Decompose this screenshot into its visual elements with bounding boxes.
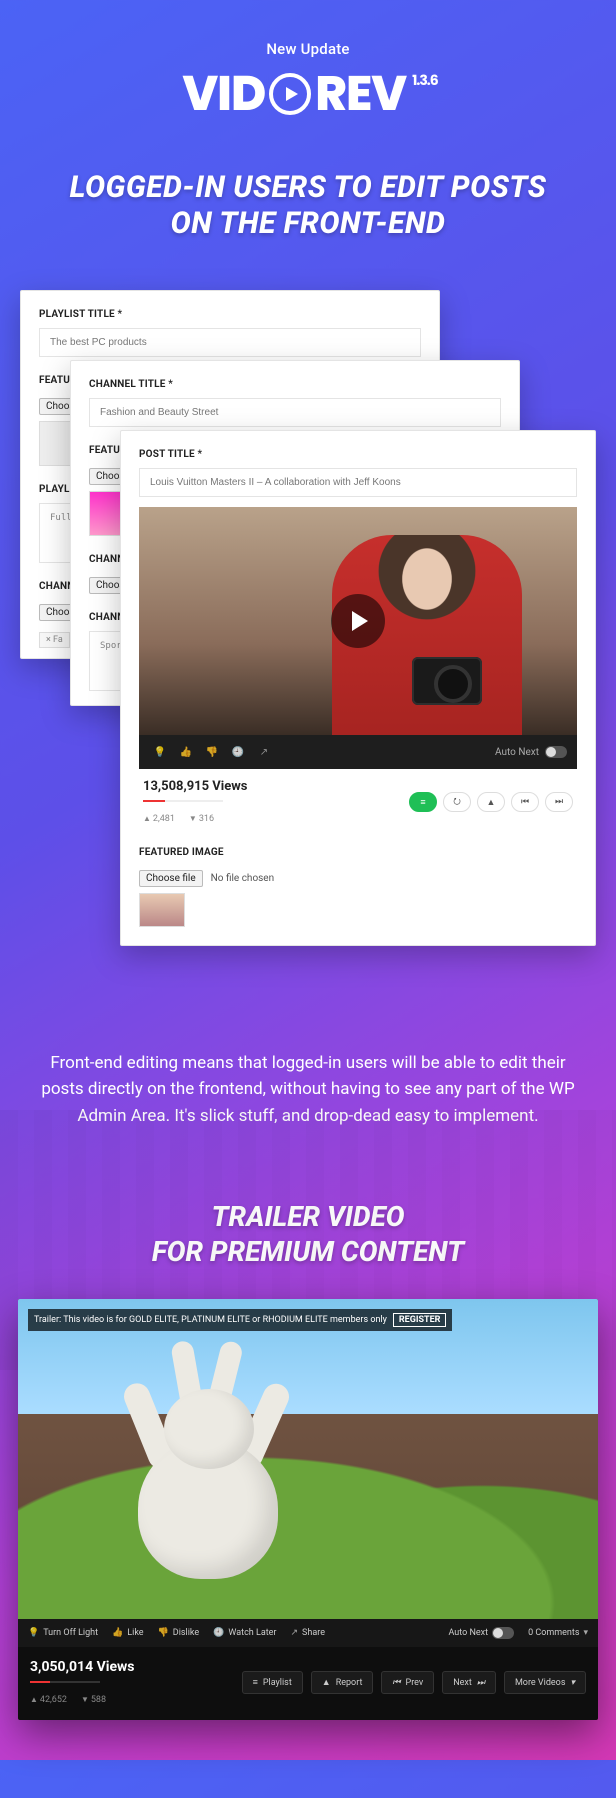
tag-pill[interactable]: × Fa	[39, 632, 70, 648]
trailer-control-buttons: ≡Playlist ▲Report ⏮Prev Next⏭ More Video…	[242, 1671, 586, 1694]
toggle-icon[interactable]	[545, 746, 567, 758]
trailer-banner: Trailer: This video is for GOLD ELITE, P…	[28, 1309, 452, 1331]
trailer-banner-text: Trailer: This video is for GOLD ELITE, P…	[34, 1315, 387, 1325]
playlist-title-input[interactable]	[39, 328, 421, 357]
play-button[interactable]	[331, 594, 385, 648]
playlist-title-label: PLAYLIST TITLE *	[39, 309, 421, 320]
thumbs-down-icon[interactable]: 👎	[201, 747, 223, 758]
brand-right: REV	[315, 58, 406, 130]
next-icon: ⏭	[477, 1678, 485, 1688]
likes-count: 2,481	[143, 814, 175, 824]
watch-later-button[interactable]: 🕘Watch Later	[213, 1628, 276, 1638]
views-block: 13,508,915 Views 2,481 316	[143, 779, 247, 825]
dislikes-count: 316	[189, 814, 214, 824]
ratio-bar	[30, 1681, 100, 1683]
featured-image-section: FEATURED IMAGE Choose file No file chose…	[139, 847, 577, 927]
views-block: 3,050,014 Views 42,652 588	[30, 1659, 134, 1706]
loop-button[interactable]: ⭮	[443, 792, 471, 812]
post-title-input[interactable]	[139, 468, 577, 497]
likes-count: 42,652	[30, 1695, 67, 1705]
prev-button[interactable]: ⏮Prev	[381, 1671, 434, 1694]
views-count: 3,050,014 Views	[30, 1659, 134, 1675]
thumbs-up-icon[interactable]: 👍	[175, 747, 197, 758]
next-button[interactable]: Next⏭	[442, 1671, 496, 1694]
trailer-stats: 3,050,014 Views 42,652 588 ≡Playlist ▲Re…	[18, 1647, 598, 1720]
toggle-icon[interactable]	[492, 1627, 514, 1639]
warning-icon: ▲	[322, 1677, 331, 1688]
channel-title-input[interactable]	[89, 398, 501, 427]
brand-version: 1.3.6	[412, 70, 438, 91]
more-videos-button[interactable]: More Videos▾	[504, 1671, 586, 1694]
camera-prop	[412, 657, 482, 705]
share-icon: ↗	[290, 1628, 298, 1638]
list-icon: ≡	[253, 1677, 258, 1688]
prev-button[interactable]: ⏮	[511, 792, 539, 812]
card-post: POST TITLE * 💡 👍 👎 🕘 ↗ Auto Next	[120, 430, 596, 946]
featured-thumbnail	[139, 893, 185, 927]
playlist-button[interactable]: ≡Playlist	[242, 1671, 303, 1694]
header: New Update VID REV 1.3.6	[0, 0, 616, 140]
cards-stack: PLAYLIST TITLE * FEATUR Choose f PLAYLIS…	[0, 290, 616, 990]
brand-left: VID	[182, 58, 265, 130]
clock-icon[interactable]: 🕘	[227, 747, 249, 758]
auto-next-toggle[interactable]: Auto Next	[495, 746, 567, 758]
comments-button[interactable]: 0 Comments▾	[528, 1628, 588, 1638]
auto-next-toggle[interactable]: Auto Next	[448, 1627, 514, 1639]
ratio-bar	[143, 800, 223, 802]
chevron-down-icon: ▾	[583, 1628, 588, 1638]
report-button[interactable]: ▲Report	[311, 1671, 374, 1694]
trailer-toolbar: 💡Turn Off Light 👍Like 👎Dislike 🕘Watch La…	[18, 1619, 598, 1647]
chevron-down-icon: ▾	[570, 1678, 575, 1688]
section-heading-frontend-edit: LOGGED-IN USERS TO EDIT POSTS ON THE FRO…	[30, 170, 586, 242]
lightbulb-icon: 💡	[28, 1628, 39, 1638]
playlist-button[interactable]: ≡	[409, 792, 437, 812]
next-button[interactable]: ⏭	[545, 792, 573, 812]
player-toolbar: 💡 👍 👎 🕘 ↗ Auto Next	[139, 735, 577, 769]
clock-icon: 🕘	[213, 1628, 224, 1638]
dislike-button[interactable]: 👎Dislike	[158, 1628, 200, 1638]
like-button[interactable]: 👍Like	[112, 1628, 144, 1638]
auto-next-label: Auto Next	[495, 747, 539, 758]
choose-file-button[interactable]: Choose file	[139, 870, 203, 887]
trailer-widget: Trailer: This video is for GOLD ELITE, P…	[18, 1299, 598, 1720]
brand-logo: VID REV 1.3.6	[182, 58, 433, 130]
turn-off-light-button[interactable]: 💡Turn Off Light	[28, 1628, 98, 1638]
dislikes-count: 588	[81, 1695, 106, 1705]
views-count: 13,508,915 Views	[143, 779, 247, 794]
featured-image-label: FEATURED IMAGE	[139, 847, 577, 858]
trailer-video[interactable]: Trailer: This video is for GOLD ELITE, P…	[18, 1299, 598, 1619]
thumbs-down-icon: 👎	[158, 1628, 169, 1638]
lightbulb-icon[interactable]: 💡	[149, 747, 171, 758]
share-icon[interactable]: ↗	[253, 747, 275, 758]
video-control-buttons: ≡ ⭮ ▲ ⏮ ⏭	[409, 792, 573, 812]
heading-line-1: LOGGED-IN USERS TO EDIT POSTS	[70, 170, 547, 205]
video-player[interactable]	[139, 507, 577, 735]
play-icon	[269, 73, 311, 115]
heading-line-2: ON THE FRONT-END	[171, 206, 446, 241]
no-file-label: No file chosen	[211, 873, 275, 884]
share-button[interactable]: ↗Share	[290, 1628, 324, 1638]
channel-title-label: CHANNEL TITLE *	[89, 379, 501, 390]
thumbs-up-icon: 👍	[112, 1628, 123, 1638]
report-button[interactable]: ▲	[477, 792, 505, 812]
register-button[interactable]: REGISTER	[393, 1313, 447, 1327]
new-update-label: New Update	[0, 40, 616, 58]
post-title-label: POST TITLE *	[139, 449, 577, 460]
video-stats: 13,508,915 Views 2,481 316 ≡ ⭮ ▲ ⏮ ⏭	[139, 769, 577, 835]
video-still-image	[118, 1369, 288, 1579]
prev-icon: ⏮	[392, 1678, 400, 1688]
